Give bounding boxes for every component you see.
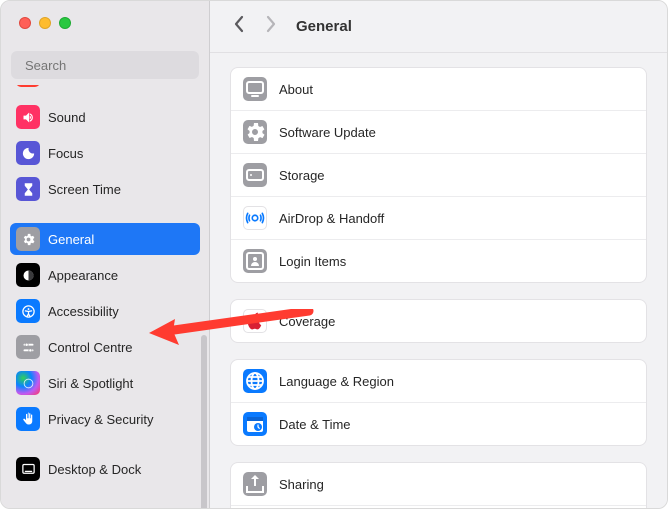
gear-icon xyxy=(21,232,36,247)
sidebar: Notifications Sound Focus Screen Time xyxy=(1,1,210,508)
sidebar-item-appearance[interactable]: Appearance xyxy=(10,259,200,291)
item-label: Desktop & Dock xyxy=(48,462,141,477)
sidebar-item-accessibility[interactable]: Accessibility xyxy=(10,295,200,327)
row-datetime[interactable]: Date & Time xyxy=(231,402,646,445)
sliders-icon xyxy=(21,340,36,355)
row-login-items[interactable]: Login Items xyxy=(231,239,646,282)
settings-window: Notifications Sound Focus Screen Time xyxy=(0,0,668,509)
group-1: About Software Update Storage AirDrop & … xyxy=(230,67,647,283)
row-language[interactable]: Language & Region xyxy=(231,360,646,402)
item-label: Sound xyxy=(48,110,86,125)
item-label: Siri & Spotlight xyxy=(48,376,133,391)
sidebar-item-screentime[interactable]: Screen Time xyxy=(10,173,200,205)
sidebar-scrollbar[interactable] xyxy=(201,335,207,508)
sidebar-item-desktop-dock[interactable]: Desktop & Dock xyxy=(10,453,200,485)
nav-forward-button[interactable] xyxy=(264,14,278,39)
accessibility-icon xyxy=(21,304,36,319)
search-input[interactable] xyxy=(25,58,201,73)
speaker-icon xyxy=(21,110,36,125)
appearance-icon xyxy=(21,268,36,283)
row-label: Software Update xyxy=(279,125,376,140)
row-about[interactable]: About xyxy=(231,68,646,110)
row-timemachine[interactable]: Time Machine xyxy=(231,505,646,508)
group-3: Language & Region Date & Time xyxy=(230,359,647,446)
globe-icon xyxy=(243,369,267,393)
item-label: Focus xyxy=(48,146,83,161)
dock-icon xyxy=(21,462,36,477)
sharing-icon xyxy=(243,472,267,496)
disk-icon xyxy=(243,163,267,187)
row-label: AirDrop & Handoff xyxy=(279,211,384,226)
row-sharing[interactable]: Sharing xyxy=(231,463,646,505)
row-label: Sharing xyxy=(279,477,324,492)
detail-scroll: About Software Update Storage AirDrop & … xyxy=(210,53,667,508)
sidebar-item-control-centre[interactable]: Control Centre xyxy=(10,331,200,363)
row-label: Login Items xyxy=(279,254,346,269)
sidebar-item-focus[interactable]: Focus xyxy=(10,137,200,169)
sidebar-item-privacy[interactable]: Privacy & Security xyxy=(10,403,200,435)
nav-back-button[interactable] xyxy=(232,14,246,39)
window-controls xyxy=(1,1,209,41)
item-label: Appearance xyxy=(48,268,118,283)
item-label: Screen Time xyxy=(48,182,121,197)
calendar-clock-icon xyxy=(243,412,267,436)
item-label: Control Centre xyxy=(48,340,133,355)
item-label: Accessibility xyxy=(48,304,119,319)
login-icon xyxy=(243,249,267,273)
group-4: Sharing Time Machine xyxy=(230,462,647,508)
search-field[interactable] xyxy=(11,51,199,79)
row-airdrop[interactable]: AirDrop & Handoff xyxy=(231,196,646,239)
item-label: Privacy & Security xyxy=(48,412,153,427)
zoom-window-button[interactable] xyxy=(59,17,71,29)
row-software-update[interactable]: Software Update xyxy=(231,110,646,153)
row-storage[interactable]: Storage xyxy=(231,153,646,196)
row-label: Date & Time xyxy=(279,417,351,432)
sidebar-item-partial: Notifications xyxy=(10,85,200,97)
gear-icon xyxy=(243,120,267,144)
row-label: Storage xyxy=(279,168,325,183)
hourglass-icon xyxy=(21,182,36,197)
sidebar-item-general[interactable]: General xyxy=(10,223,200,255)
item-label: General xyxy=(48,232,94,247)
row-label: Language & Region xyxy=(279,374,394,389)
page-title: General xyxy=(296,18,352,35)
sidebar-item-notifications[interactable]: Notifications xyxy=(10,85,200,91)
apple-logo-icon xyxy=(244,310,266,332)
close-window-button[interactable] xyxy=(19,17,31,29)
mac-icon xyxy=(243,77,267,101)
row-coverage[interactable]: Coverage xyxy=(231,300,646,342)
sidebar-item-sound[interactable]: Sound xyxy=(10,101,200,133)
sidebar-item-siri[interactable]: Siri & Spotlight xyxy=(10,367,200,399)
titlebar: General xyxy=(210,1,667,53)
detail-pane: General About Software Update Storage xyxy=(210,1,667,508)
siri-icon xyxy=(21,376,36,391)
minimize-window-button[interactable] xyxy=(39,17,51,29)
sidebar-list: Notifications Sound Focus Screen Time xyxy=(1,85,209,508)
row-label: About xyxy=(279,82,313,97)
moon-icon xyxy=(21,146,36,161)
airdrop-icon xyxy=(244,207,266,229)
hand-icon xyxy=(21,412,36,427)
group-2: Coverage xyxy=(230,299,647,343)
row-label: Coverage xyxy=(279,314,335,329)
